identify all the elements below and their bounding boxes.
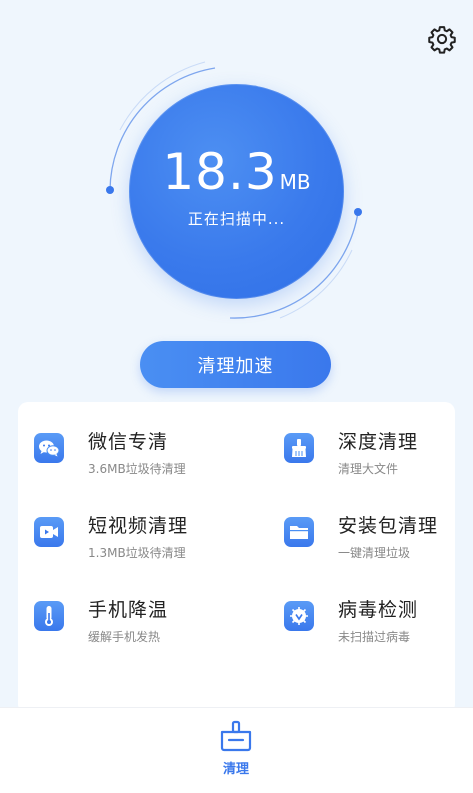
screen: 18.3 MB 正在扫描中... 清理加速 微信专清 3.6MB垃圾待清理 深度… bbox=[0, 0, 473, 793]
accelerate-button[interactable]: 清理加速 bbox=[140, 341, 331, 388]
feature-deep-clean[interactable]: 深度清理 清理大文件 bbox=[284, 427, 418, 477]
feature-virus-scan[interactable]: 病毒检测 未扫描过病毒 bbox=[284, 595, 418, 645]
feature-package-clean[interactable]: 安装包清理 一键清理垃圾 bbox=[284, 511, 438, 561]
feature-phone-cooling[interactable]: 手机降温 缓解手机发热 bbox=[34, 595, 168, 645]
tab-clean[interactable]: 清理 bbox=[206, 720, 266, 777]
video-icon bbox=[34, 517, 64, 547]
junk-size-unit: MB bbox=[279, 170, 311, 194]
feature-title: 手机降温 bbox=[88, 599, 169, 621]
feature-title: 安装包清理 bbox=[338, 515, 439, 537]
feature-subtitle: 未扫描过病毒 bbox=[338, 630, 411, 644]
shield-icon bbox=[284, 601, 314, 631]
feature-subtitle: 1.3MB垃圾待清理 bbox=[88, 546, 186, 560]
feature-title: 病毒检测 bbox=[338, 599, 419, 621]
feature-wechat-clean[interactable]: 微信专清 3.6MB垃圾待清理 bbox=[34, 427, 186, 477]
wechat-icon bbox=[34, 433, 64, 463]
junk-size-value: 18.3 bbox=[162, 143, 278, 201]
scan-status: 正在扫描中... bbox=[187, 210, 286, 228]
tab-label: 清理 bbox=[222, 762, 249, 777]
feature-title: 微信专清 bbox=[88, 431, 169, 453]
junk-size: 18.3 MB bbox=[0, 143, 473, 201]
thermometer-icon bbox=[34, 601, 64, 631]
feature-short-video-clean[interactable]: 短视频清理 1.3MB垃圾待清理 bbox=[34, 511, 188, 561]
feature-card: 微信专清 3.6MB垃圾待清理 深度清理 清理大文件 短视频清理 1.3MB垃圾… bbox=[18, 402, 455, 714]
scan-area: 18.3 MB 正在扫描中... bbox=[0, 50, 473, 340]
folder-icon bbox=[284, 517, 314, 547]
broom-icon bbox=[220, 720, 252, 752]
feature-subtitle: 3.6MB垃圾待清理 bbox=[88, 462, 186, 476]
broom-icon bbox=[284, 433, 314, 463]
feature-title: 深度清理 bbox=[338, 431, 419, 453]
feature-subtitle: 一键清理垃圾 bbox=[338, 546, 411, 560]
feature-title: 短视频清理 bbox=[88, 515, 189, 537]
feature-subtitle: 缓解手机发热 bbox=[88, 630, 161, 644]
feature-subtitle: 清理大文件 bbox=[338, 462, 399, 476]
bottom-nav: 清理 bbox=[0, 707, 473, 793]
